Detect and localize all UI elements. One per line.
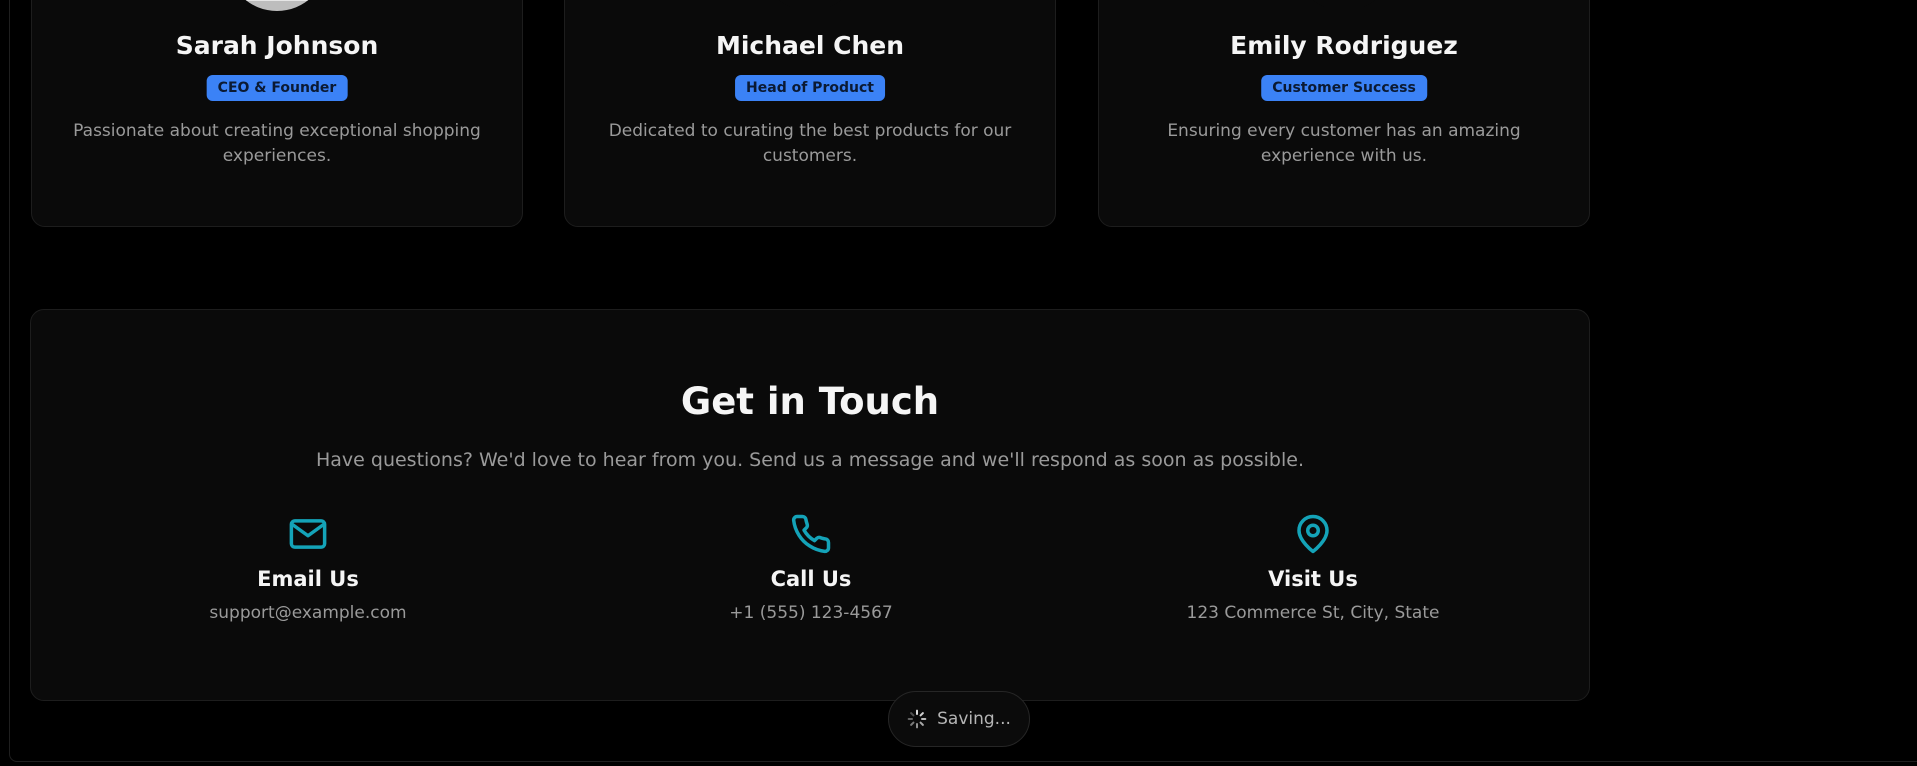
team-card: Emily Rodriguez Customer Success Ensurin… <box>1098 0 1590 227</box>
team-member-bio: Passionate about creating exceptional sh… <box>73 121 481 166</box>
contact-value: 123 Commerce St, City, State <box>1186 603 1440 623</box>
contact-value[interactable]: +1 (555) 123-4567 <box>611 603 1011 623</box>
contact-label: Email Us <box>257 567 359 591</box>
team-card: Michael Chen Head of Product Dedicated t… <box>564 0 1056 227</box>
contact-subtitle: Have questions? We'd love to hear from y… <box>315 449 1304 471</box>
contact-label: Visit Us <box>1268 567 1358 591</box>
saving-toast: Saving... <box>888 691 1030 747</box>
role-badge: Customer Success <box>1261 75 1427 101</box>
avatar <box>760 0 860 11</box>
role-badge: CEO & Founder <box>206 75 348 101</box>
contact-title: Get in Touch <box>680 380 940 423</box>
contact-value[interactable]: support@example.com <box>108 603 508 623</box>
avatar <box>1294 0 1394 11</box>
team-member-name: Michael Chen <box>715 31 905 60</box>
team-member-bio: Dedicated to curating the best products … <box>608 121 1012 166</box>
phone-icon <box>791 514 831 554</box>
contact-phone: Call Us +1 (555) 123-4567 <box>611 513 1011 623</box>
role-badge: Head of Product <box>735 75 885 101</box>
contact-section: Get in Touch Have questions? We'd love t… <box>30 309 1590 701</box>
team-member-name: Emily Rodriguez <box>1230 31 1458 60</box>
map-pin-icon <box>1297 514 1329 554</box>
contact-email: Email Us support@example.com <box>108 513 508 623</box>
avatar <box>227 0 327 11</box>
team-member-name: Sarah Johnson <box>175 31 379 60</box>
spinner-icon <box>907 709 927 729</box>
contact-address: Visit Us 123 Commerce St, City, State <box>1113 513 1513 623</box>
contact-label: Call Us <box>770 567 852 591</box>
saving-label: Saving... <box>937 709 1011 729</box>
team-member-bio: Ensuring every customer has an amazing e… <box>1167 121 1521 166</box>
team-card: Sarah Johnson CEO & Founder Passionate a… <box>31 0 523 227</box>
mail-icon <box>289 519 327 549</box>
